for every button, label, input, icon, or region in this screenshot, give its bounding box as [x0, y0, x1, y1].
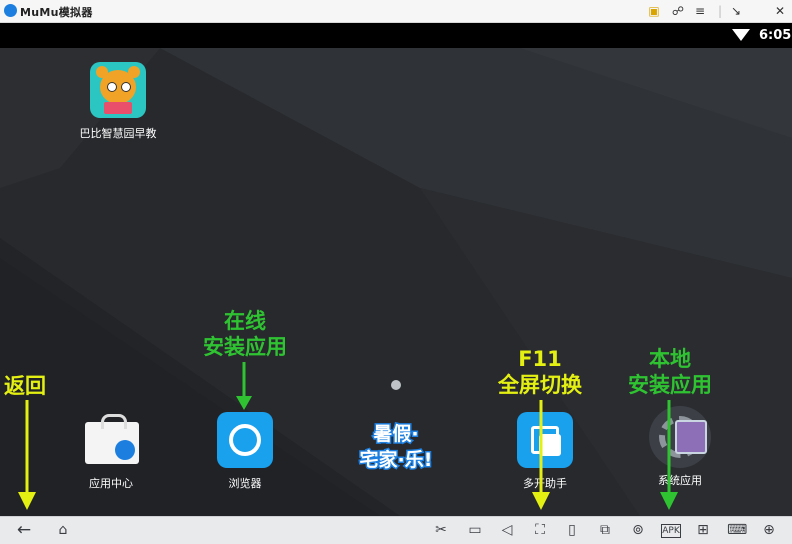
app-label: 浏览器	[228, 477, 262, 490]
app-browser[interactable]: 浏览器	[195, 412, 295, 491]
shake-icon[interactable]: ▯	[563, 521, 581, 539]
page-indicator-dot	[391, 380, 401, 390]
folder-icon[interactable]: ▭	[466, 521, 484, 539]
gamepad-icon[interactable]: ⊕	[760, 521, 778, 539]
app-summer-promo[interactable]: 暑假· 宅家·乐!	[346, 418, 446, 482]
bottom-toolbar: ← ⌂ ✂ ▭ ◁ ⛶ ▯ ⧉ ⊚ APK ⊞ ⌨ ⊕	[0, 516, 792, 544]
green-arrow-online-icon	[236, 362, 252, 410]
annotation-online-install: 在线 安装应用	[190, 308, 300, 360]
settings-gear-icon	[649, 406, 711, 468]
annotation-local-install: 本地 安装应用	[612, 346, 728, 398]
annotation-back: 返回	[4, 374, 46, 398]
shrink-icon[interactable]: ↘	[728, 3, 744, 19]
back-icon[interactable]: ←	[15, 521, 33, 539]
rotate-icon[interactable]: ⧉	[596, 521, 614, 539]
account-icon[interactable]: ☍	[670, 3, 686, 19]
yellow-arrow-back-icon	[18, 400, 36, 510]
menu-icon[interactable]: ≡	[692, 3, 708, 19]
status-time: 6:05	[759, 28, 792, 43]
close-icon[interactable]: ✕	[772, 3, 788, 19]
app-label: 系统应用	[658, 474, 702, 487]
annotation-line: F11	[518, 347, 562, 371]
keyboard-icon[interactable]: ⌨	[727, 521, 747, 539]
svg-text:暑假·: 暑假·	[373, 422, 418, 445]
divider: |	[717, 4, 723, 18]
summer-promo-icon: 暑假· 宅家·乐!	[358, 421, 434, 473]
location-icon[interactable]: ⊚	[629, 521, 647, 539]
mumu-logo-icon	[4, 4, 17, 17]
apk-icon[interactable]: APK	[661, 524, 681, 538]
scissors-icon[interactable]: ✂	[432, 521, 450, 539]
yellow-arrow-fullscreen-icon	[532, 400, 550, 510]
android-status-bar	[0, 23, 792, 48]
volume-icon[interactable]: ◁	[498, 521, 516, 539]
title-bar: MuMu模拟器 ▣ ☍ ≡ | ↘ ✕	[0, 0, 792, 23]
bear-icon	[90, 62, 146, 118]
app-babi-education[interactable]: 巴比智慧园早教	[68, 62, 168, 141]
toolbox-icon[interactable]: ⊞	[694, 521, 712, 539]
annotation-line: 本地	[649, 347, 691, 371]
app-label: 巴比智慧园早教	[79, 127, 157, 140]
annotation-line: 安装应用	[628, 373, 712, 397]
wifi-icon	[732, 29, 750, 41]
fullscreen-icon[interactable]: ⛶	[531, 521, 549, 539]
app-title: MuMu模拟器	[20, 6, 93, 19]
app-system[interactable]: 系统应用	[630, 406, 730, 488]
annotation-f11-fullscreen: F11 全屏切换	[482, 346, 598, 398]
home-icon[interactable]: ⌂	[54, 521, 72, 539]
app-label: 应用中心	[89, 477, 133, 490]
app-center[interactable]: 应用中心	[61, 412, 161, 491]
gift-icon[interactable]: ▣	[646, 3, 662, 19]
app-center-bag-icon	[83, 412, 139, 468]
browser-ring-icon	[217, 412, 273, 468]
svg-text:宅家·乐!: 宅家·乐!	[360, 448, 433, 471]
annotation-line: 在线	[224, 309, 266, 333]
green-arrow-local-icon	[660, 400, 678, 510]
annotation-line: 全屏切换	[498, 373, 582, 397]
annotation-line: 安装应用	[203, 335, 287, 359]
